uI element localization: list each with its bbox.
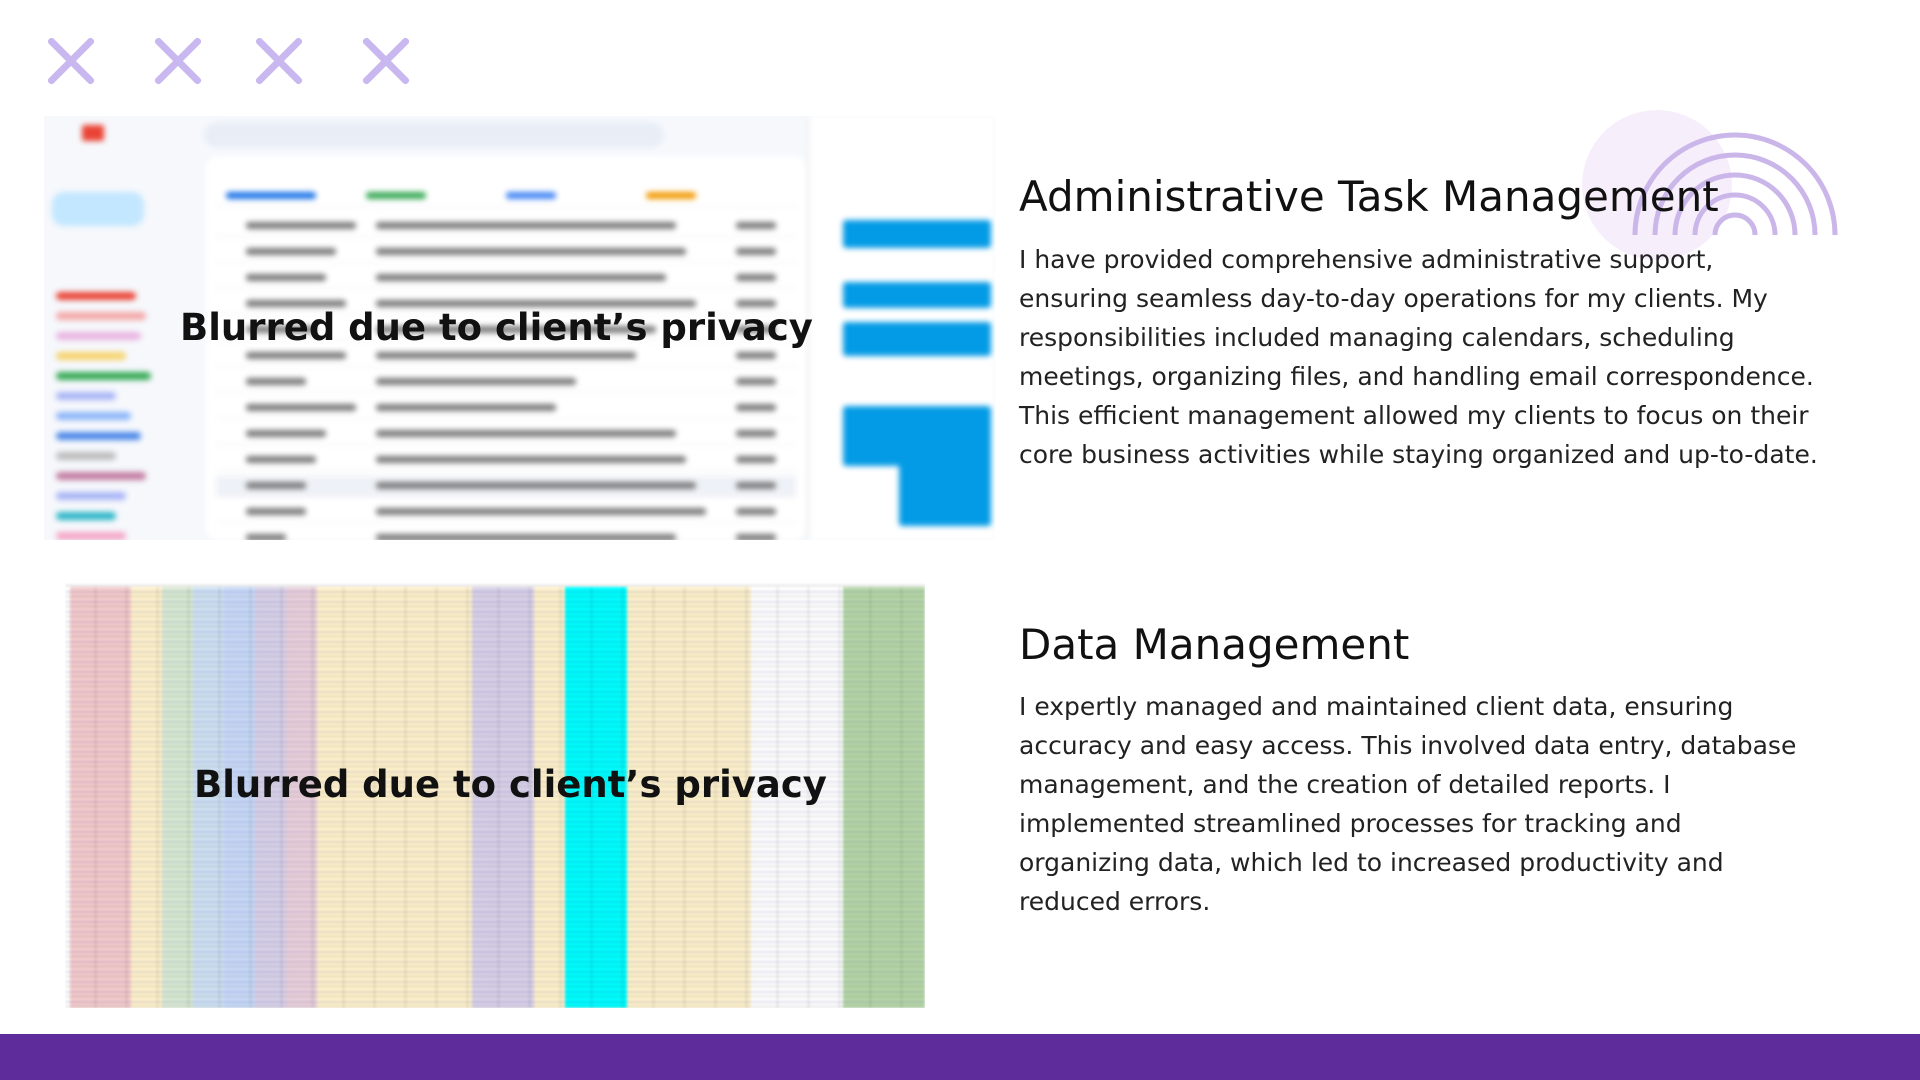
x-mark-icon <box>46 36 96 86</box>
x-mark-icon <box>153 36 203 86</box>
section-title-admin: Administrative Task Management <box>1019 172 1719 221</box>
section-body-data: I expertly managed and maintained client… <box>1019 692 1797 916</box>
footer-bar <box>0 1034 1920 1080</box>
x-mark-icon <box>254 36 304 86</box>
section-body-admin: I have provided comprehensive administra… <box>1019 245 1818 469</box>
spreadsheet-screenshot: Blurred due to client’s privacy <box>65 563 925 1008</box>
email-screenshot: Blurred due to client’s privacy <box>44 116 995 540</box>
privacy-notice: Blurred due to client’s privacy <box>194 763 827 806</box>
privacy-notice: Blurred due to client’s privacy <box>180 306 813 349</box>
x-mark-icon <box>361 36 411 86</box>
section-title-data: Data Management <box>1019 620 1410 669</box>
